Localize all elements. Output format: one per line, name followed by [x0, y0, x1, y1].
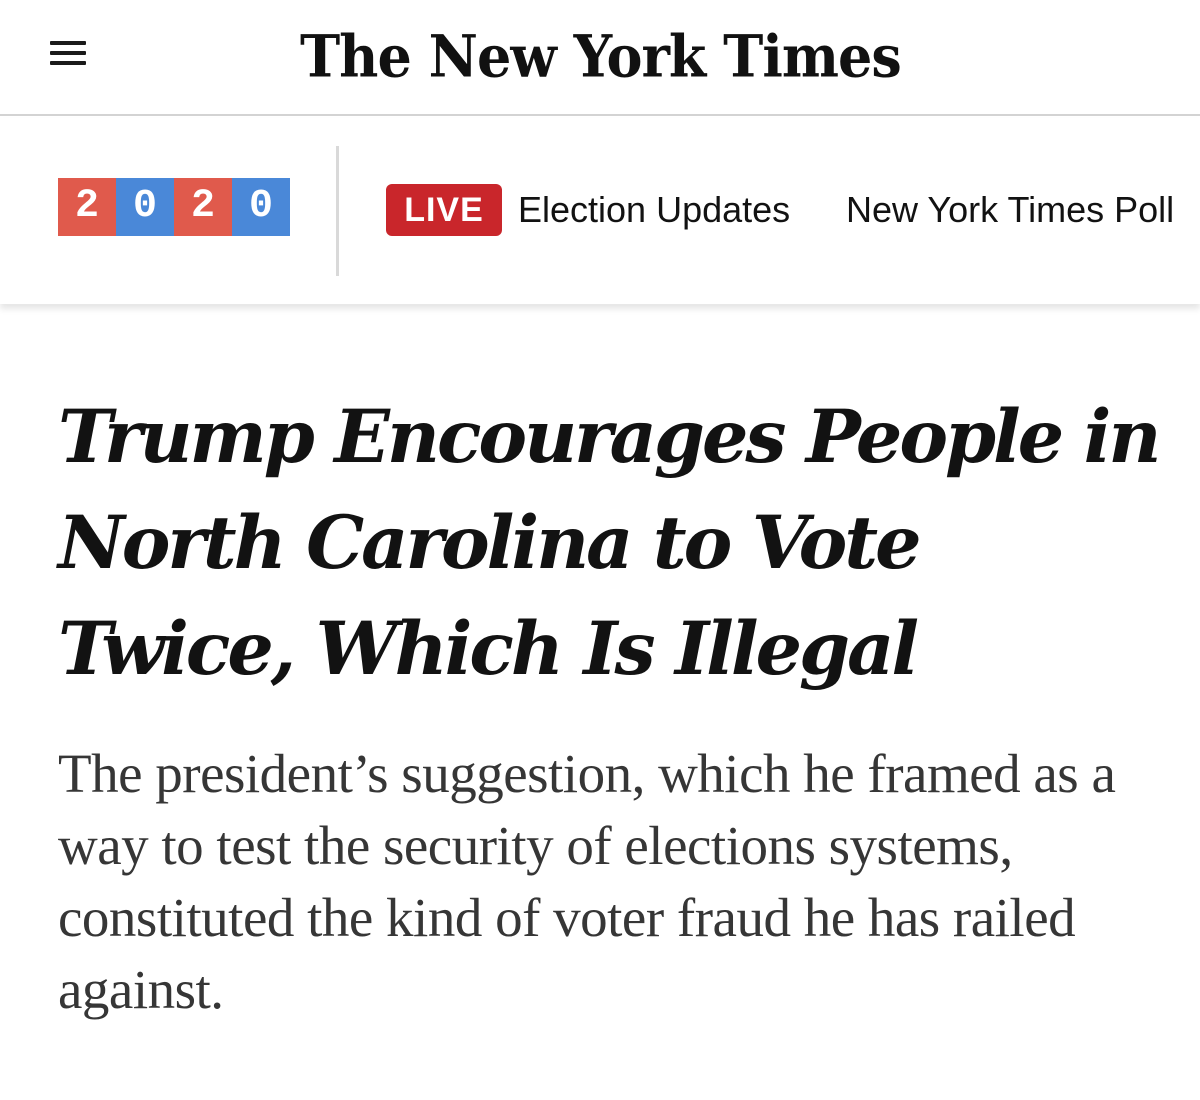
menu-bar-top [50, 41, 86, 45]
nyt-logo[interactable]: The New York Times [300, 13, 902, 99]
menu-bar-bottom [50, 61, 86, 65]
nyt-poll-link[interactable]: New York Times Poll [846, 184, 1174, 236]
year-digit: 2 [174, 178, 232, 236]
election-updates-link[interactable]: Election Updates [518, 184, 790, 236]
hamburger-menu-icon[interactable] [46, 36, 92, 72]
year-digit: 0 [116, 178, 174, 236]
live-badge[interactable]: LIVE [386, 184, 502, 236]
year-digit: 2 [58, 178, 116, 236]
article-summary: The president’s suggestion, which he fra… [58, 743, 1116, 1020]
nav-divider [336, 146, 339, 276]
article-headline: Trump Encourages People in North Carolin… [58, 394, 1161, 692]
year-digit: 0 [232, 178, 290, 236]
menu-bar-middle [50, 51, 86, 55]
election-nav-bar: 2 0 2 0 LIVE Election Updates New York T… [0, 118, 1200, 304]
masthead: The New York Times [0, 0, 1200, 116]
election-2020-badge[interactable]: 2 0 2 0 [58, 178, 290, 236]
